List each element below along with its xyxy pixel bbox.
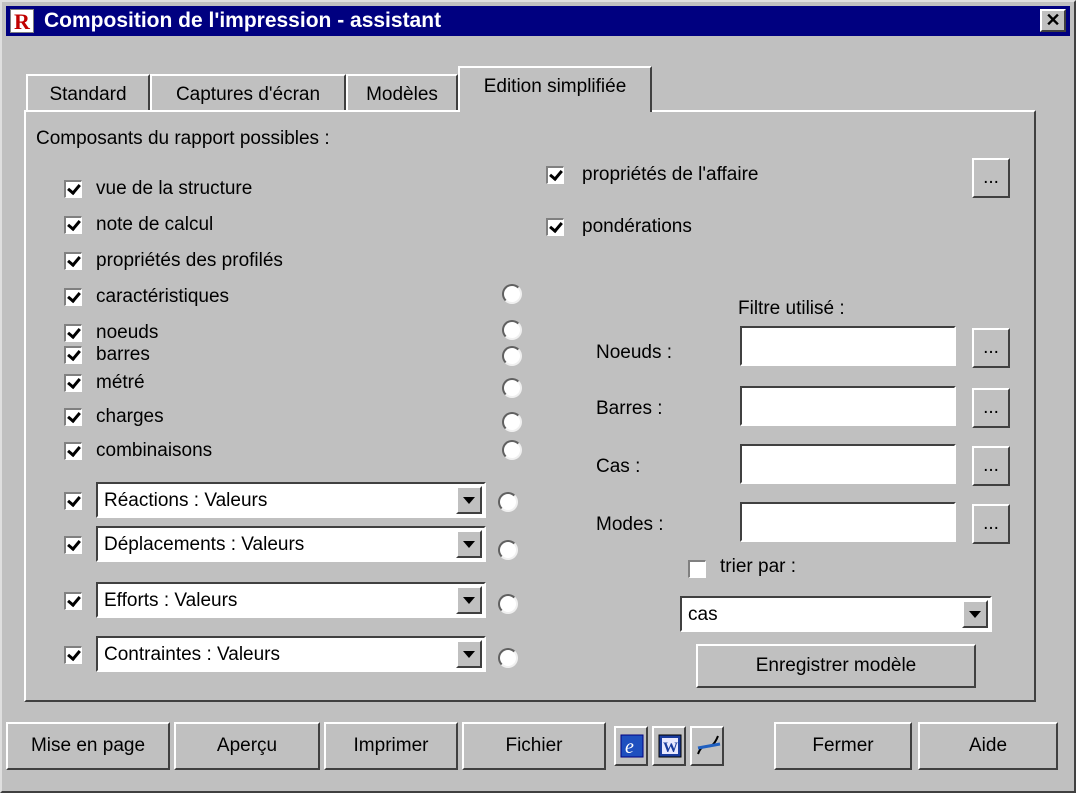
filter-cas-input[interactable] [740, 444, 956, 484]
export-html-button[interactable]: e [614, 726, 648, 766]
deplacements-select-value: Déplacements : Valeurs [104, 534, 305, 555]
filter-heading: Filtre utilisé : [738, 298, 845, 319]
filter-barres-input[interactable] [740, 386, 956, 426]
contraintes-select[interactable]: Contraintes : Valeurs [96, 636, 486, 672]
chevron-down-icon[interactable] [456, 586, 482, 614]
label-filter-cas: Cas : [596, 456, 641, 477]
page-setup-button[interactable]: Mise en page [6, 722, 170, 770]
label-filter-barres: Barres : [596, 398, 663, 419]
robot-app-icon: R [10, 9, 34, 34]
label-ponderations: pondérations [582, 216, 692, 237]
word-icon: W [658, 734, 682, 758]
efforts-select-value: Efforts : Valeurs [104, 590, 238, 611]
tab-captures-ecran[interactable]: Captures d'écran [150, 74, 346, 110]
chevron-down-icon[interactable] [456, 486, 482, 514]
radio-efforts[interactable] [498, 594, 518, 614]
filter-cas-button[interactable]: ... [972, 446, 1010, 486]
window-title: Composition de l'impression - assistant [44, 9, 442, 32]
checkbox-ponderations[interactable] [546, 218, 564, 236]
title-bar[interactable]: R Composition de l'impression - assistan… [6, 6, 1070, 36]
close-icon[interactable]: ✕ [1040, 9, 1066, 32]
filter-modes-button[interactable]: ... [972, 504, 1010, 544]
checkbox-proprietes-affaire[interactable] [546, 166, 564, 184]
close-button[interactable]: Fermer [774, 722, 912, 770]
filter-modes-input[interactable] [740, 502, 956, 542]
label-noeuds: noeuds [96, 322, 159, 343]
tab-edition-simplifiee[interactable]: Edition simplifiée [458, 66, 652, 112]
radio-deplacements[interactable] [498, 540, 518, 560]
radio-caracteristiques[interactable] [502, 284, 522, 304]
efforts-select[interactable]: Efforts : Valeurs [96, 582, 486, 618]
radio-charges[interactable] [502, 412, 522, 432]
checkbox-reactions[interactable] [64, 492, 82, 510]
label-note-calcul: note de calcul [96, 214, 214, 235]
filter-barres-button[interactable]: ... [972, 388, 1010, 428]
label-proprietes-affaire: propriétés de l'affaire [582, 164, 759, 185]
contraintes-select-value: Contraintes : Valeurs [104, 644, 281, 665]
label-vue-structure: vue de la structure [96, 178, 253, 199]
svg-text:e: e [625, 736, 634, 758]
label-filter-modes: Modes : [596, 514, 664, 535]
radio-barres[interactable] [502, 346, 522, 366]
file-button[interactable]: Fichier [462, 722, 606, 770]
checkbox-proprietes-profiles[interactable] [64, 252, 82, 270]
reactions-select-value: Réactions : Valeurs [104, 490, 268, 511]
internet-explorer-icon: e [620, 734, 644, 758]
checkbox-metre[interactable] [64, 374, 82, 392]
label-charges: charges [96, 406, 164, 427]
checkbox-contraintes[interactable] [64, 646, 82, 664]
radio-contraintes[interactable] [498, 648, 518, 668]
help-button[interactable]: Aide [918, 722, 1058, 770]
chevron-down-icon[interactable] [962, 600, 988, 628]
checkbox-caracteristiques[interactable] [64, 288, 82, 306]
filter-noeuds-input[interactable] [740, 326, 956, 366]
checkbox-charges[interactable] [64, 408, 82, 426]
checkbox-barres[interactable] [64, 346, 82, 364]
save-model-button[interactable]: Enregistrer modèle [696, 644, 976, 688]
sort-by-value: cas [688, 604, 718, 625]
label-barres: barres [96, 344, 150, 365]
checkbox-vue-structure[interactable] [64, 180, 82, 198]
radio-combinaisons[interactable] [502, 440, 522, 460]
checkbox-trier-par[interactable] [688, 560, 706, 578]
sort-by-select[interactable]: cas [680, 596, 992, 632]
label-trier-par: trier par : [720, 556, 797, 577]
label-filter-noeuds: Noeuds : [596, 342, 673, 363]
checkbox-deplacements[interactable] [64, 536, 82, 554]
export-chart-button[interactable] [690, 726, 724, 766]
checkbox-combinaisons[interactable] [64, 442, 82, 460]
print-composition-window: R Composition de l'impression - assistan… [0, 0, 1076, 793]
tab-modeles[interactable]: Modèles [346, 74, 458, 110]
affaire-options-button[interactable]: ... [972, 158, 1010, 198]
chart-icon [697, 735, 721, 755]
radio-noeuds[interactable] [502, 320, 522, 340]
chevron-down-icon[interactable] [456, 530, 482, 558]
checkbox-noeuds[interactable] [64, 324, 82, 342]
tab-standard[interactable]: Standard [26, 74, 150, 110]
print-button[interactable]: Imprimer [324, 722, 458, 770]
label-proprietes-profiles: propriétés des profilés [96, 250, 283, 271]
radio-reactions[interactable] [498, 492, 518, 512]
checkbox-note-calcul[interactable] [64, 216, 82, 234]
label-metre: métré [96, 372, 145, 393]
reactions-select[interactable]: Réactions : Valeurs [96, 482, 486, 518]
label-caracteristiques: caractéristiques [96, 286, 230, 307]
edition-simplifiee-panel: Composants du rapport possibles : vue de… [24, 110, 1036, 702]
svg-text:W: W [663, 740, 678, 756]
export-word-button[interactable]: W [652, 726, 686, 766]
components-heading: Composants du rapport possibles : [36, 128, 330, 149]
radio-metre[interactable] [502, 378, 522, 398]
chevron-down-icon[interactable] [456, 640, 482, 668]
preview-button[interactable]: Aperçu [174, 722, 320, 770]
label-combinaisons: combinaisons [96, 440, 213, 461]
checkbox-efforts[interactable] [64, 592, 82, 610]
deplacements-select[interactable]: Déplacements : Valeurs [96, 526, 486, 562]
filter-noeuds-button[interactable]: ... [972, 328, 1010, 368]
